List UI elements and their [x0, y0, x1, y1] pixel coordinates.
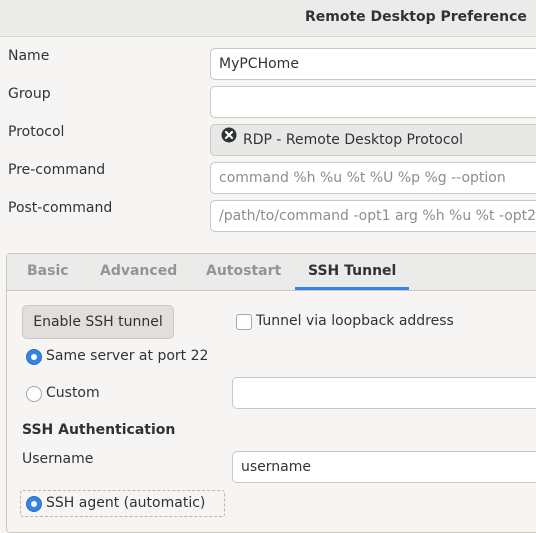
tab-ssh-tunnel[interactable]: SSH Tunnel — [295, 254, 410, 290]
group-label: Group — [8, 86, 51, 102]
precommand-input[interactable]: command %h %u %t %U %p %g --option — [210, 162, 536, 194]
protocol-value: RDP - Remote Desktop Protocol — [243, 132, 463, 148]
ssh-agent-label: SSH agent (automatic) — [46, 495, 206, 511]
username-label: Username — [22, 451, 94, 467]
same-server-radio[interactable] — [26, 349, 42, 365]
postcommand-label: Post-command — [8, 200, 113, 216]
loopback-label: Tunnel via loopback address — [256, 313, 454, 329]
name-label: Name — [8, 48, 50, 64]
group-input[interactable] — [210, 86, 536, 118]
enable-ssh-tunnel-button[interactable]: Enable SSH tunnel — [22, 305, 174, 339]
rdp-icon — [221, 124, 237, 154]
precommand-label: Pre-command — [8, 162, 106, 178]
username-input[interactable]: username — [232, 451, 536, 483]
custom-server-input[interactable] — [232, 377, 536, 409]
protocol-label: Protocol — [8, 124, 65, 140]
same-server-label: Same server at port 22 — [46, 348, 209, 364]
ssh-auth-heading: SSH Authentication — [22, 422, 176, 438]
postcommand-input[interactable]: /path/to/command -opt1 arg %h %u %t -opt… — [210, 200, 536, 232]
tab-basic[interactable]: Basic — [27, 254, 69, 290]
tab-advanced[interactable]: Advanced — [100, 254, 177, 290]
custom-label: Custom — [46, 385, 100, 401]
tab-autostart[interactable]: Autostart — [206, 254, 281, 290]
ssh-agent-radio[interactable] — [26, 496, 42, 512]
name-input[interactable]: MyPCHome — [210, 48, 536, 80]
loopback-checkbox[interactable] — [236, 314, 252, 330]
window-title: Remote Desktop Preference — [305, 9, 527, 25]
title-bar: Remote Desktop Preference — [0, 0, 536, 37]
protocol-dropdown[interactable]: RDP - Remote Desktop Protocol — [210, 124, 536, 156]
custom-radio[interactable] — [26, 386, 42, 402]
tab-bar: Basic Advanced Autostart SSH Tunnel — [7, 254, 536, 291]
